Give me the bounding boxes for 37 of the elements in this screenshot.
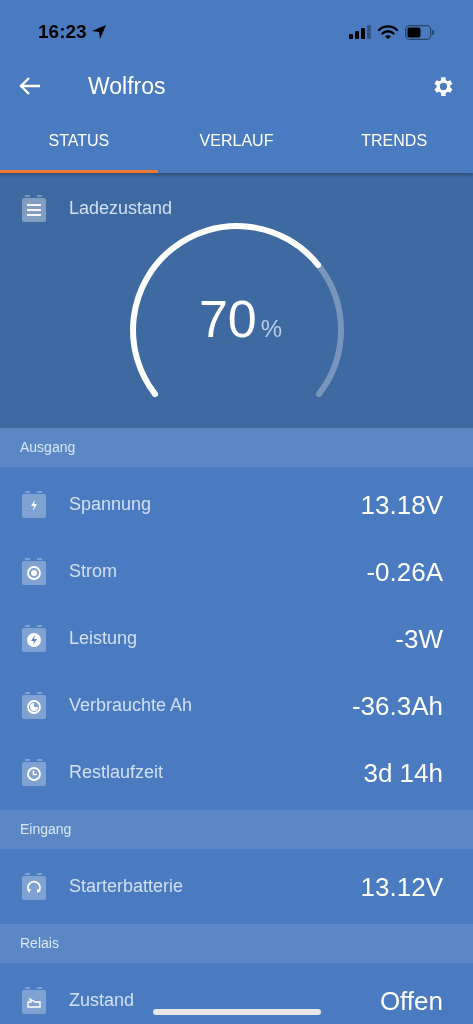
wifi-icon [378, 24, 398, 40]
location-arrow-icon [90, 24, 107, 40]
tab[interactable]: VERLAUF [157, 110, 316, 173]
metric-value: 13.18V [360, 489, 443, 520]
metric-value: -0.26A [366, 556, 443, 587]
battery-list-icon [21, 195, 47, 222]
charge-percentage: 70 [198, 293, 257, 345]
switch-battery-icon [21, 987, 47, 1014]
bolt-circle-battery-icon [21, 625, 47, 652]
metric-value: 13.12V [360, 871, 443, 902]
bolt-battery-icon [21, 491, 47, 518]
clock-battery-icon [21, 759, 47, 786]
section-header: Relais [0, 924, 473, 963]
target-battery-icon [21, 558, 47, 585]
gauge-label: Ladezustand [69, 197, 173, 220]
percent-unit: % [260, 314, 283, 344]
status-time: 16:23 [38, 19, 87, 44]
metric-label: Verbrauchte Ah [69, 694, 193, 717]
metric-label: Spannung [69, 493, 152, 516]
tab[interactable]: TRENDS [315, 110, 473, 173]
pie-battery-icon [21, 692, 47, 719]
section-header: Eingang [0, 810, 473, 849]
section-header: Ausgang [0, 428, 473, 467]
refresh-battery-icon [21, 873, 47, 900]
back-arrow-icon [19, 76, 41, 96]
metric-label: Zustand [69, 989, 135, 1012]
metric-label: Starterbatterie [69, 875, 184, 898]
screen-title: Wolfros [88, 71, 167, 101]
signal-icon [349, 25, 371, 39]
battery-icon [405, 24, 435, 40]
metric-label: Leistung [69, 627, 138, 650]
metric-label: Restlaufzeit [69, 761, 164, 784]
metric-value: 3d 14h [363, 757, 443, 788]
metric-value: -3W [395, 623, 443, 654]
metric-label: Strom [69, 560, 117, 583]
metric-value: -36.3Ah [351, 690, 443, 721]
metric-value: Offen [379, 985, 443, 1016]
